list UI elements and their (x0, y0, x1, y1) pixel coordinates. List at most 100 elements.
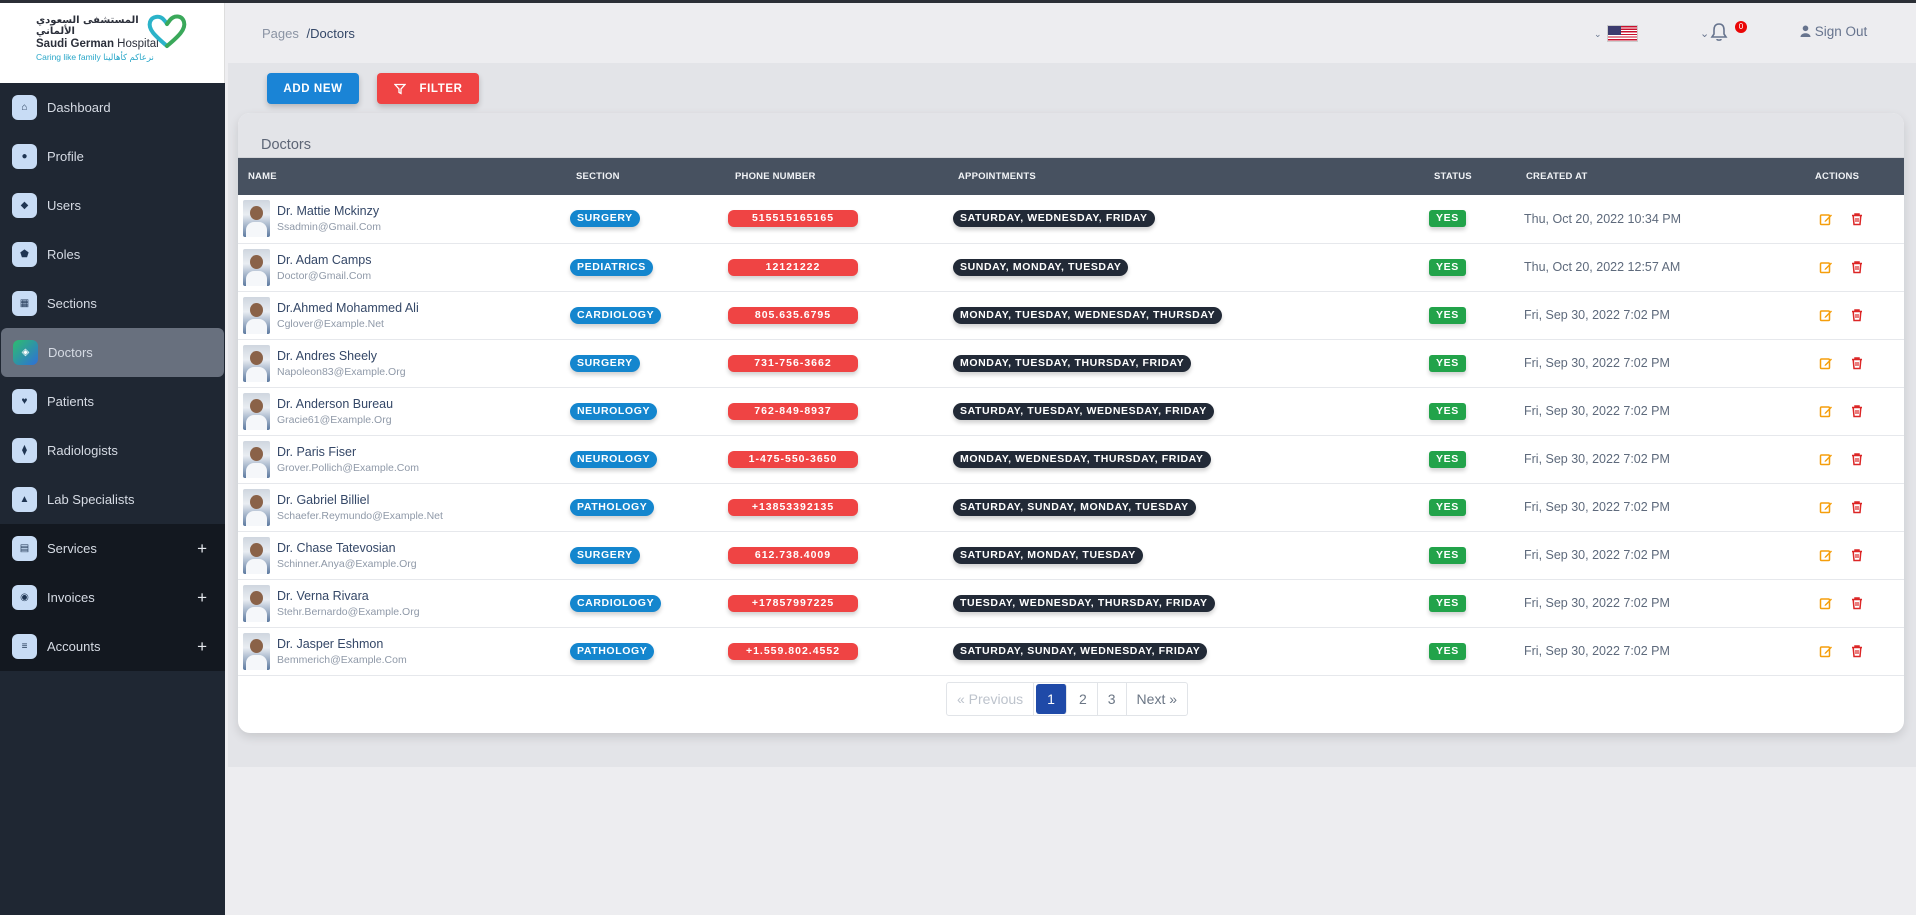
sign-out-link[interactable]: Sign Out (1800, 24, 1867, 39)
logo-english-name: Saudi German Hospital (36, 38, 159, 50)
sidebar-item-services[interactable]: ▤ Services + (0, 524, 225, 573)
doctor-info: Dr. Adam Camps Doctor@Gmail.Com (238, 248, 566, 286)
phone-cell: 1-475-550-3650 (725, 435, 948, 483)
column-header[interactable]: ACTIONS (1795, 158, 1904, 195)
created-at: Fri, Sep 30, 2022 7:02 PM (1524, 308, 1670, 322)
edit-icon[interactable] (1819, 500, 1833, 514)
phone-cell: 12121222 (725, 243, 948, 291)
row-actions (1795, 596, 1904, 610)
expand-plus-icon[interactable]: + (197, 637, 207, 657)
edit-icon[interactable] (1819, 644, 1833, 658)
list-icon: ≡ (12, 634, 37, 659)
expand-plus-icon[interactable]: + (197, 588, 207, 608)
edit-icon[interactable] (1819, 212, 1833, 226)
name-cell: Dr. Adam Camps Doctor@Gmail.Com (238, 243, 566, 291)
sidebar-item-sections[interactable]: ▦ Sections (0, 279, 225, 328)
phone-badge: +17857997225 (728, 594, 858, 612)
sidebar-item-doctors[interactable]: ◈ Doctors (1, 328, 224, 377)
doctor-name[interactable]: Dr. Andres Sheely (277, 349, 406, 363)
section-cell: SURGERY (566, 195, 725, 243)
doctor-name[interactable]: Dr. Chase Tatevosian (277, 541, 417, 555)
previous-page-button[interactable]: « Previous (947, 683, 1035, 715)
edit-icon[interactable] (1819, 548, 1833, 562)
doctor-name[interactable]: Dr. Jasper Eshmon (277, 637, 407, 651)
section-cell: PATHOLOGY (566, 483, 725, 531)
sidebar-item-label: Doctors (48, 345, 93, 360)
doctor-name[interactable]: Dr. Verna Rivara (277, 589, 420, 603)
phone-cell: +13853392135 (725, 483, 948, 531)
edit-icon[interactable] (1819, 596, 1833, 610)
sidebar-item-label: Dashboard (47, 100, 111, 115)
language-dropdown-caret-icon[interactable]: ⌄ (1594, 29, 1602, 40)
sidebar-item-label: Users (47, 198, 81, 213)
delete-icon[interactable] (1850, 308, 1864, 322)
page-1-button[interactable]: 1 (1036, 684, 1067, 714)
phone-badge: 805.635.6795 (728, 306, 858, 324)
delete-icon[interactable] (1850, 404, 1864, 418)
doctor-info: Dr. Gabriel Billiel Schaefer.Reymundo@Exa… (238, 488, 566, 526)
sidebar-item-roles[interactable]: ⬟ Roles (0, 230, 225, 279)
doctor-name[interactable]: Dr. Gabriel Billiel (277, 493, 443, 507)
status-cell: YES (1424, 195, 1516, 243)
delete-icon[interactable] (1850, 452, 1864, 466)
edit-icon[interactable] (1819, 404, 1833, 418)
doctor-name[interactable]: Dr. Mattie Mckinzy (277, 204, 381, 218)
actions-cell (1795, 195, 1904, 243)
cart-icon: ◉ (12, 585, 37, 610)
bell-icon[interactable] (1710, 22, 1728, 42)
actions-cell (1795, 627, 1904, 675)
notification-dropdown-caret-icon[interactable]: ⌄ (1700, 27, 1709, 40)
heart-icon: ♥ (12, 389, 37, 414)
column-header[interactable]: STATUS (1424, 158, 1516, 195)
edit-icon[interactable] (1819, 308, 1833, 322)
page-3-button[interactable]: 3 (1098, 683, 1127, 715)
next-page-button[interactable]: Next » (1127, 683, 1187, 715)
column-header[interactable]: PHONE NUMBER (725, 158, 948, 195)
delete-icon[interactable] (1850, 260, 1864, 274)
sidebar-item-accounts[interactable]: ≡ Accounts + (0, 622, 225, 671)
phone-badge: 612.738.4009 (728, 546, 858, 564)
edit-icon[interactable] (1819, 452, 1833, 466)
doctor-name[interactable]: Dr.Ahmed Mohammed Ali (277, 301, 419, 315)
edit-icon[interactable] (1819, 260, 1833, 274)
sidebar-item-dashboard[interactable]: ⌂ Dashboard (0, 83, 225, 132)
us-flag-icon[interactable] (1607, 25, 1638, 42)
page-2-button[interactable]: 2 (1069, 683, 1098, 715)
doctor-name[interactable]: Dr. Adam Camps (277, 253, 371, 267)
hospital-logo[interactable]: المستشفى السعودي الألماني Saudi German H… (0, 3, 225, 83)
filter-button[interactable]: FILTER (377, 73, 479, 104)
sidebar-item-users[interactable]: ◆ Users (0, 181, 225, 230)
sidebar-item-radiologists[interactable]: ⧫ Radiologists (0, 426, 225, 475)
delete-icon[interactable] (1850, 596, 1864, 610)
edit-icon[interactable] (1819, 356, 1833, 370)
section-badge: CARDIOLOGY (570, 594, 662, 612)
delete-icon[interactable] (1850, 500, 1864, 514)
doctor-text: Dr. Gabriel Billiel Schaefer.Reymundo@Exa… (277, 493, 443, 522)
column-header[interactable]: CREATED AT (1516, 158, 1795, 195)
sidebar-item-patients[interactable]: ♥ Patients (0, 377, 225, 426)
delete-icon[interactable] (1850, 356, 1864, 370)
appointments-badge: SATURDAY, SUNDAY, MONDAY, TUESDAY (953, 498, 1196, 516)
expand-plus-icon[interactable]: + (197, 539, 207, 559)
sidebar-item-profile[interactable]: ● Profile (0, 132, 225, 181)
delete-icon[interactable] (1850, 548, 1864, 562)
add-new-button[interactable]: ADD NEW (267, 73, 359, 104)
sidebar-item-invoices[interactable]: ◉ Invoices + (0, 573, 225, 622)
table-row: Dr. Gabriel Billiel Schaefer.Reymundo@Exa… (238, 483, 1904, 531)
pagination: « Previous 1 2 3 Next » (946, 682, 1189, 716)
appointments-cell: MONDAY, TUESDAY, WEDNESDAY, THURSDAY (948, 291, 1424, 339)
column-header[interactable]: APPOINTMENTS (948, 158, 1424, 195)
column-header[interactable]: SECTION (566, 158, 725, 195)
delete-icon[interactable] (1850, 644, 1864, 658)
users-icon: ◆ (12, 193, 37, 218)
graduation-cap-icon: ◈ (13, 340, 38, 365)
sidebar: المستشفى السعودي الألماني Saudi German H… (0, 3, 225, 915)
delete-icon[interactable] (1850, 212, 1864, 226)
doctor-name[interactable]: Dr. Anderson Bureau (277, 397, 393, 411)
phone-cell: 515515165165 (725, 195, 948, 243)
appointments-cell: SATURDAY, MONDAY, TUESDAY (948, 531, 1424, 579)
column-header[interactable]: NAME (238, 158, 566, 195)
sidebar-item-lab-specialists[interactable]: ▲ Lab Specialists (0, 475, 225, 524)
doctor-name[interactable]: Dr. Paris Fiser (277, 445, 419, 459)
breadcrumb-root[interactable]: Pages (262, 26, 299, 41)
